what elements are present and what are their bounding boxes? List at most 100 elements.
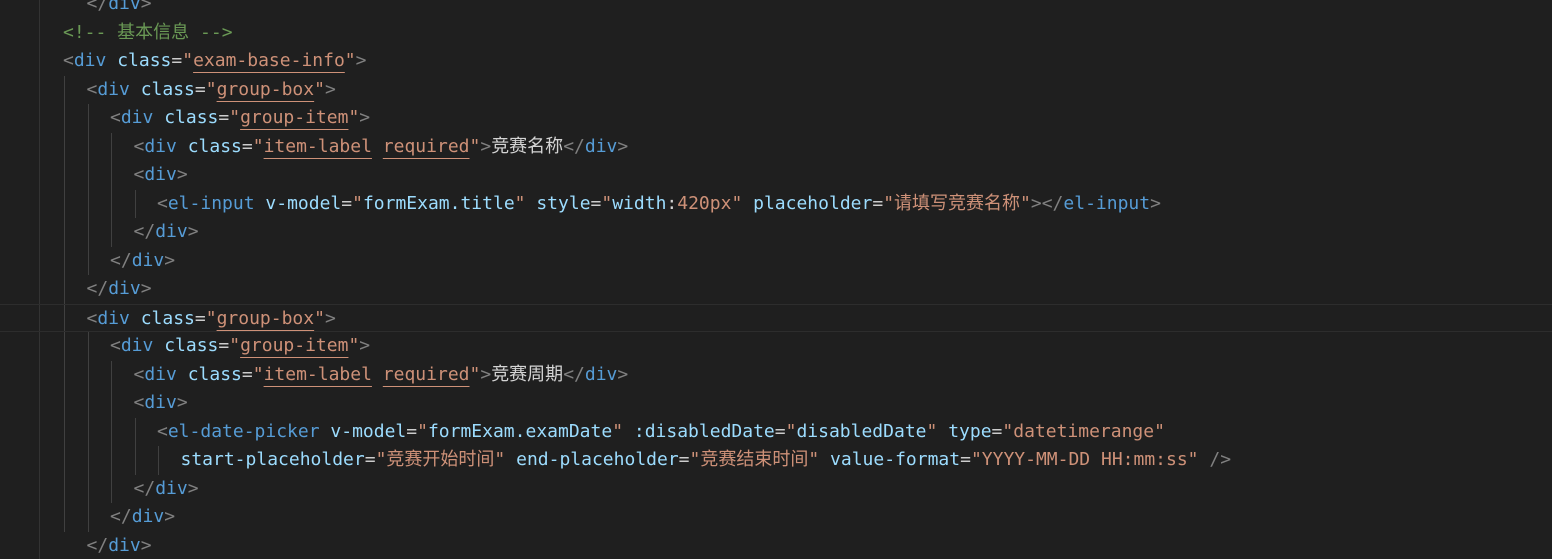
code-token-eq: = [960,449,971,470]
code-token-tag: div [144,363,177,385]
code-token-str: " [612,420,624,442]
code-token-str: " [314,307,325,329]
code-token-str: "竞赛结束时间" [689,449,820,470]
code-token-str: " [469,135,481,157]
code-token-attr: value-format [830,449,961,470]
code-line[interactable]: </div> [0,247,1552,275]
code-token-str: " [229,335,241,356]
code-token-attr: style [536,192,591,214]
code-token-tag: div [155,221,188,242]
code-token-tag: el-input [1063,192,1151,214]
code-token-tag: div [73,50,107,71]
code-token-punct: > [480,363,492,385]
code-token-attr: placeholder [753,192,873,214]
code-token-eq: = [194,307,206,329]
code-token-attr: class [164,335,219,356]
code-token-tag: div [131,506,165,527]
code-token-str: " [731,192,743,214]
code-line[interactable]: <div> [0,161,1552,189]
code-line[interactable]: <!-- 基本信息 --> [0,19,1552,47]
code-token-punct: </ [563,363,585,385]
code-line[interactable]: </div> [0,475,1552,503]
code-token-attr: v-model [265,192,342,214]
code-token-punct: < [133,363,145,385]
code-token-str: " [252,363,264,385]
code-token-tag: el-date-picker [167,420,320,442]
code-line[interactable]: start-placeholder="竞赛开始时间" end-placehold… [0,446,1552,474]
code-token-punct: > [164,249,176,271]
code-token-attr: class [164,107,219,128]
code-token-str-u: required [382,363,470,385]
code-token-str: " [348,107,360,128]
code-token-attr: end-placeholder [516,449,679,470]
code-token-punct: < [133,164,145,185]
code-token-eq: = [590,192,602,214]
code-line[interactable]: <div class="exam-base-info"> [0,47,1552,75]
code-line[interactable]: </div> [0,503,1552,531]
code-token-punct: > [617,363,629,385]
code-token-attr: v-model [330,420,407,442]
code-line[interactable]: </div> [0,532,1552,559]
code-token-punct: </ [133,477,156,499]
code-line[interactable]: <div class="group-box"> [0,76,1552,104]
code-token-attr: start-placeholder [180,449,365,470]
code-token-tag: div [144,135,177,157]
code-token-attr: class [117,50,172,71]
code-token-attr: class [140,78,195,100]
code-token-punct: < [157,420,168,442]
code-token-tag: div [131,249,165,271]
code-line[interactable]: <div> [0,389,1552,417]
code-token-punct: ></ [1030,192,1064,214]
code-token-punct: > [480,135,492,157]
code-line[interactable]: <div class="item-label required">竞赛周期</d… [0,361,1552,389]
code-token-str: " [314,78,325,100]
code-token-punct: < [86,307,98,329]
code-token-str: " [926,420,938,442]
code-token-punct: < [133,392,145,413]
code-token-punct: > [324,307,336,329]
code-line[interactable]: <div class="group-item"> [0,104,1552,132]
code-token-tag: div [144,392,177,413]
code-token-str: " [229,107,241,128]
code-line[interactable]: <el-input v-model="formExam.title" style… [0,190,1552,218]
code-token-str-u: group-box [216,307,315,329]
code-token-text: 竞赛名称 [491,135,564,157]
code-line[interactable]: </div> [0,218,1552,246]
code-token-eq: = [774,420,786,442]
code-token-str [372,136,383,157]
code-token-str: " [344,50,356,71]
code-line[interactable]: <div class="item-label required">竞赛名称</d… [0,133,1552,161]
code-token-attr: class [140,307,195,329]
code-token-text: : [666,192,678,214]
code-token-punct: < [110,335,121,356]
code-token-eq: = [241,363,253,385]
code-token-str: "竞赛开始时间" [375,449,506,470]
code-line[interactable]: <div class="group-item"> [0,332,1552,360]
code-token-tag: div [144,164,177,185]
code-line[interactable]: </div> [0,275,1552,303]
code-token-tag: div [584,363,618,385]
code-token-punct: > [176,392,188,413]
code-token-punct: < [133,135,145,157]
code-token-str: "YYYY-MM-DD HH:mm:ss" [970,449,1199,470]
code-token-punct: > [1150,192,1161,214]
code-token-eq: = [678,449,690,470]
code-token-punct: > [187,221,199,242]
code-token-attr: formExam.examDate [427,420,613,442]
code-token-eq: = [364,449,376,470]
code-token-eq: = [341,192,353,214]
code-editor[interactable]: </div> <!-- 基本信息 --> <div class="exam-base… [0,0,1552,559]
code-token-punct: > [164,506,176,527]
code-token-punct: > [140,278,152,299]
code-line[interactable]: </div> [0,0,1552,18]
code-line[interactable]: <el-date-picker v-model="formExam.examDa… [0,418,1552,446]
code-line[interactable]: <div class="group-box"> [0,303,1552,332]
